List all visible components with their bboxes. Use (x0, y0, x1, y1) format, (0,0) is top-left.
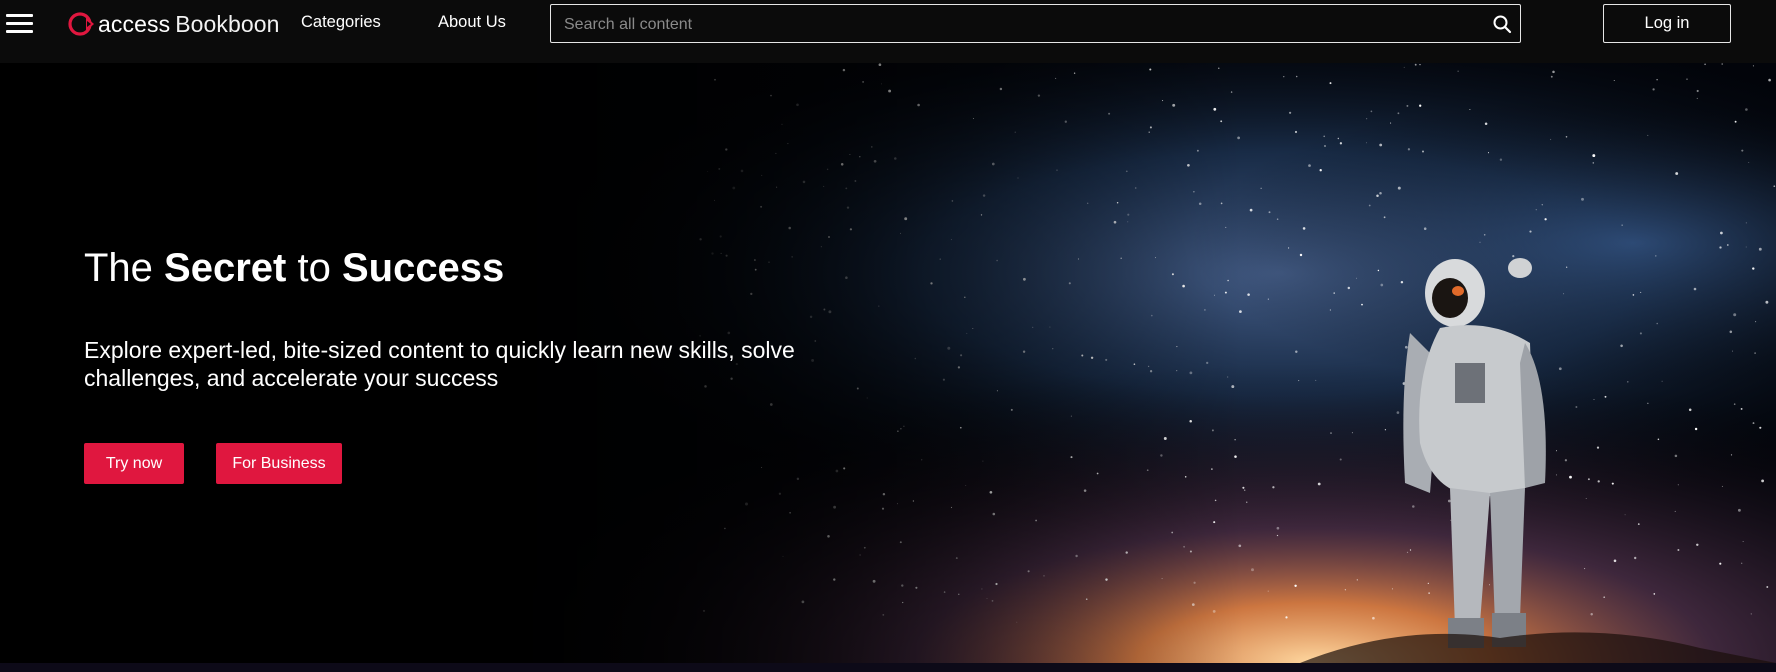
hero-title: The Secret to Success (84, 243, 504, 293)
try-now-button[interactable]: Try now (84, 443, 184, 484)
top-navigation-bar: access Bookboon Categories About Us Log … (0, 0, 1776, 63)
nav-link-about-us[interactable]: About Us (438, 13, 506, 32)
bookboon-logo-icon (68, 12, 94, 36)
hamburger-menu-icon[interactable] (6, 13, 33, 35)
hero-description: Explore expert-led, bite-sized content t… (84, 337, 795, 391)
hero-title-word: to (286, 246, 342, 290)
hero-title-word: The (84, 246, 165, 290)
hero-banner: The Secret to Success Explore expert-led… (0, 63, 1776, 663)
for-business-button[interactable]: For Business (216, 443, 342, 484)
search-icon[interactable] (1492, 14, 1512, 34)
logo-text-access: access (98, 10, 171, 37)
search-bar (550, 4, 1521, 44)
section-divider (0, 663, 1776, 672)
logo-text-bookboon: Bookboon (175, 10, 280, 37)
search-input[interactable] (562, 5, 1466, 44)
hero-title-bold-word: Secret (164, 246, 287, 290)
nav-link-categories[interactable]: Categories (301, 13, 381, 32)
login-button[interactable]: Log in (1603, 4, 1731, 43)
logo[interactable]: access Bookboon (67, 9, 280, 39)
hero-title-bold-word: Success (341, 246, 505, 290)
